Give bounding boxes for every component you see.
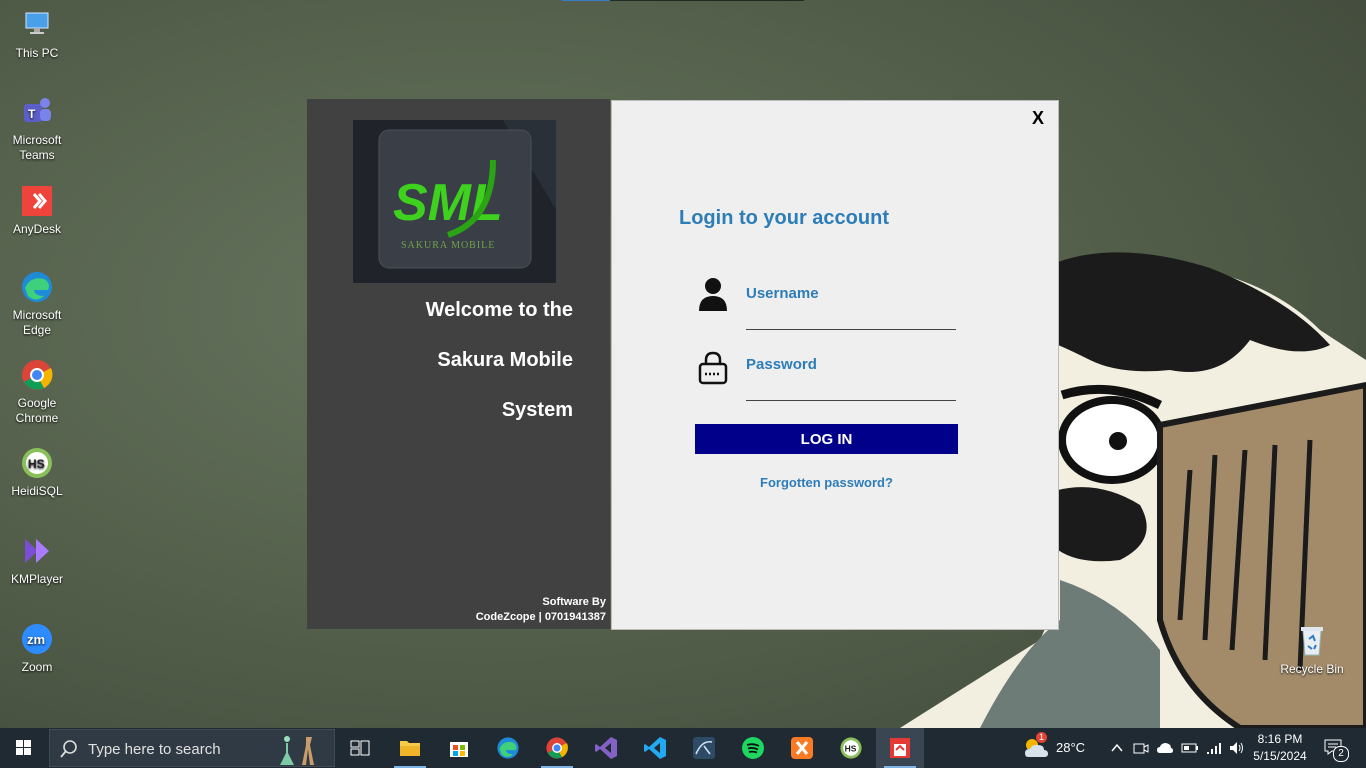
system-clock[interactable]: 8:16 PM 5/15/2024 [1248, 731, 1312, 765]
teams-icon: T [24, 98, 51, 122]
taskbar-vscode[interactable] [631, 728, 679, 768]
login-heading: Login to your account [679, 207, 889, 229]
spotify-icon [742, 737, 764, 759]
login-brand-panel: SML SAKURA MOBILE Welcome to the Sakura … [307, 99, 610, 629]
store-icon [450, 742, 468, 757]
sakura-mobile-logo: SML SAKURA MOBILE [353, 120, 556, 283]
xampp-icon [791, 737, 813, 759]
folder-icon [400, 741, 420, 756]
welcome-line: System [501, 399, 573, 421]
lock-icon [698, 351, 728, 385]
desktop-icon-anydesk[interactable]: AnyDesk [4, 184, 70, 237]
svg-text:HS: HS [28, 457, 45, 471]
meet-now-icon[interactable] [1133, 740, 1149, 756]
welcome-line: Welcome to the [425, 299, 573, 321]
edge-icon [22, 272, 52, 302]
login-form-panel: X Login to your account Username Passwor… [611, 100, 1059, 630]
clock-time: 8:16 PM [1257, 732, 1303, 746]
taskbar-visual-studio[interactable] [582, 728, 630, 768]
taskbar-heidisql[interactable]: HS [827, 728, 875, 768]
notification-count-badge: 2 [1333, 746, 1349, 762]
credit-line: Software By [542, 596, 606, 608]
chrome-icon [22, 360, 53, 390]
search-icon [60, 740, 77, 758]
task-view-icon [350, 740, 370, 756]
welcome-message: Welcome to the Sakura Mobile System [333, 295, 573, 445]
svg-text:T: T [28, 107, 36, 121]
desktop-icon-heidisql[interactable]: HS HeidiSQL [4, 446, 70, 499]
search-highlight-illustration-icon [280, 736, 314, 765]
weather-widget[interactable]: 1 28°C [1020, 728, 1090, 768]
chevron-up-icon[interactable] [1110, 742, 1124, 754]
recycle-bin-icon [1301, 627, 1323, 656]
taskbar-spotify[interactable] [729, 728, 777, 768]
weather-alert-badge: 1 [1036, 732, 1048, 743]
chrome-icon [546, 737, 568, 759]
svg-text:HS: HS [845, 744, 857, 754]
battery-icon[interactable] [1181, 742, 1199, 754]
windows-start-icon[interactable] [0, 728, 48, 768]
logo-subtext: SAKURA MOBILE [401, 240, 495, 251]
forgot-password-link[interactable]: Forgotten password? [695, 475, 958, 490]
password-input[interactable] [746, 378, 956, 401]
welcome-line: Sakura Mobile [437, 349, 573, 371]
svg-text:zm: zm [27, 632, 45, 647]
desktop-icon-recycle-bin[interactable]: Recycle Bin [1278, 624, 1346, 676]
clock-date: 5/15/2024 [1253, 749, 1307, 763]
desktop-icon-label: KMPlayer [10, 572, 63, 586]
notification-center-button[interactable]: 2 [1320, 736, 1350, 762]
taskbar-xampp[interactable] [778, 728, 826, 768]
software-credit: Software By CodeZcope | 0701941387 [476, 595, 606, 625]
zoom-icon: zm [22, 624, 52, 654]
desktop-icon-kmplayer[interactable]: KMPlayer [4, 534, 70, 587]
weather-temperature: 28°C [1056, 740, 1086, 755]
vscode-icon [644, 737, 666, 759]
username-input[interactable] [746, 307, 956, 330]
desktop-icon-microsoft-teams[interactable]: T Microsoft Teams [4, 95, 70, 163]
desktop-icon-label: Microsoft Teams [12, 133, 62, 162]
desktop-icon-this-pc[interactable]: This PC [4, 8, 70, 61]
taskbar-sakura-app[interactable] [876, 728, 924, 768]
mysql-workbench-icon [693, 737, 715, 759]
search-placeholder: Type here to search [88, 741, 221, 758]
visual-studio-icon [595, 737, 617, 759]
onedrive-cloud-icon[interactable] [1156, 741, 1174, 755]
desktop-icon-microsoft-edge[interactable]: Microsoft Edge [4, 270, 70, 338]
taskbar-microsoft-store[interactable] [435, 728, 483, 768]
login-button[interactable]: LOG IN [695, 424, 958, 454]
desktop-icon-zoom[interactable]: zm Zoom [4, 622, 70, 675]
desktop-icon-label: Microsoft Edge [12, 308, 62, 337]
edge-icon [497, 737, 519, 759]
wifi-icon[interactable] [1206, 740, 1224, 756]
credit-line: CodeZcope | 0701941387 [475, 611, 606, 623]
taskbar-task-view[interactable] [336, 728, 384, 768]
user-icon [699, 278, 727, 311]
desktop-icon-label: Recycle Bin [1280, 662, 1344, 676]
desktop-icon-label: This PC [15, 46, 59, 60]
taskbar-chrome[interactable] [533, 728, 581, 768]
desktop-icon-label: Zoom [21, 660, 53, 674]
taskbar: Type here to search HS 1 28°C 8:16 PM 5/… [0, 728, 1366, 768]
desktop-icon-google-chrome[interactable]: Google Chrome [4, 358, 70, 426]
anydesk-icon [22, 186, 52, 216]
desktop-icon-label: AnyDesk [12, 222, 62, 236]
heidisql-icon: HS [22, 448, 52, 478]
volume-icon[interactable] [1228, 740, 1246, 756]
taskbar-search-box[interactable]: Type here to search [49, 729, 335, 767]
heidisql-icon: HS [840, 737, 862, 759]
kmplayer-icon [25, 539, 49, 563]
taskbar-mysql-workbench[interactable] [680, 728, 728, 768]
taskbar-edge[interactable] [484, 728, 532, 768]
desktop-icon-label: Google Chrome [15, 396, 59, 425]
desktop-icon-label: HeidiSQL [11, 484, 63, 498]
sakura-app-icon [890, 738, 910, 758]
taskbar-file-explorer[interactable] [386, 728, 434, 768]
username-label: Username [746, 285, 819, 302]
password-label: Password [746, 356, 817, 373]
computer-icon [25, 12, 49, 34]
close-button[interactable]: X [1032, 108, 1044, 129]
background-window-edge [562, 0, 804, 1]
